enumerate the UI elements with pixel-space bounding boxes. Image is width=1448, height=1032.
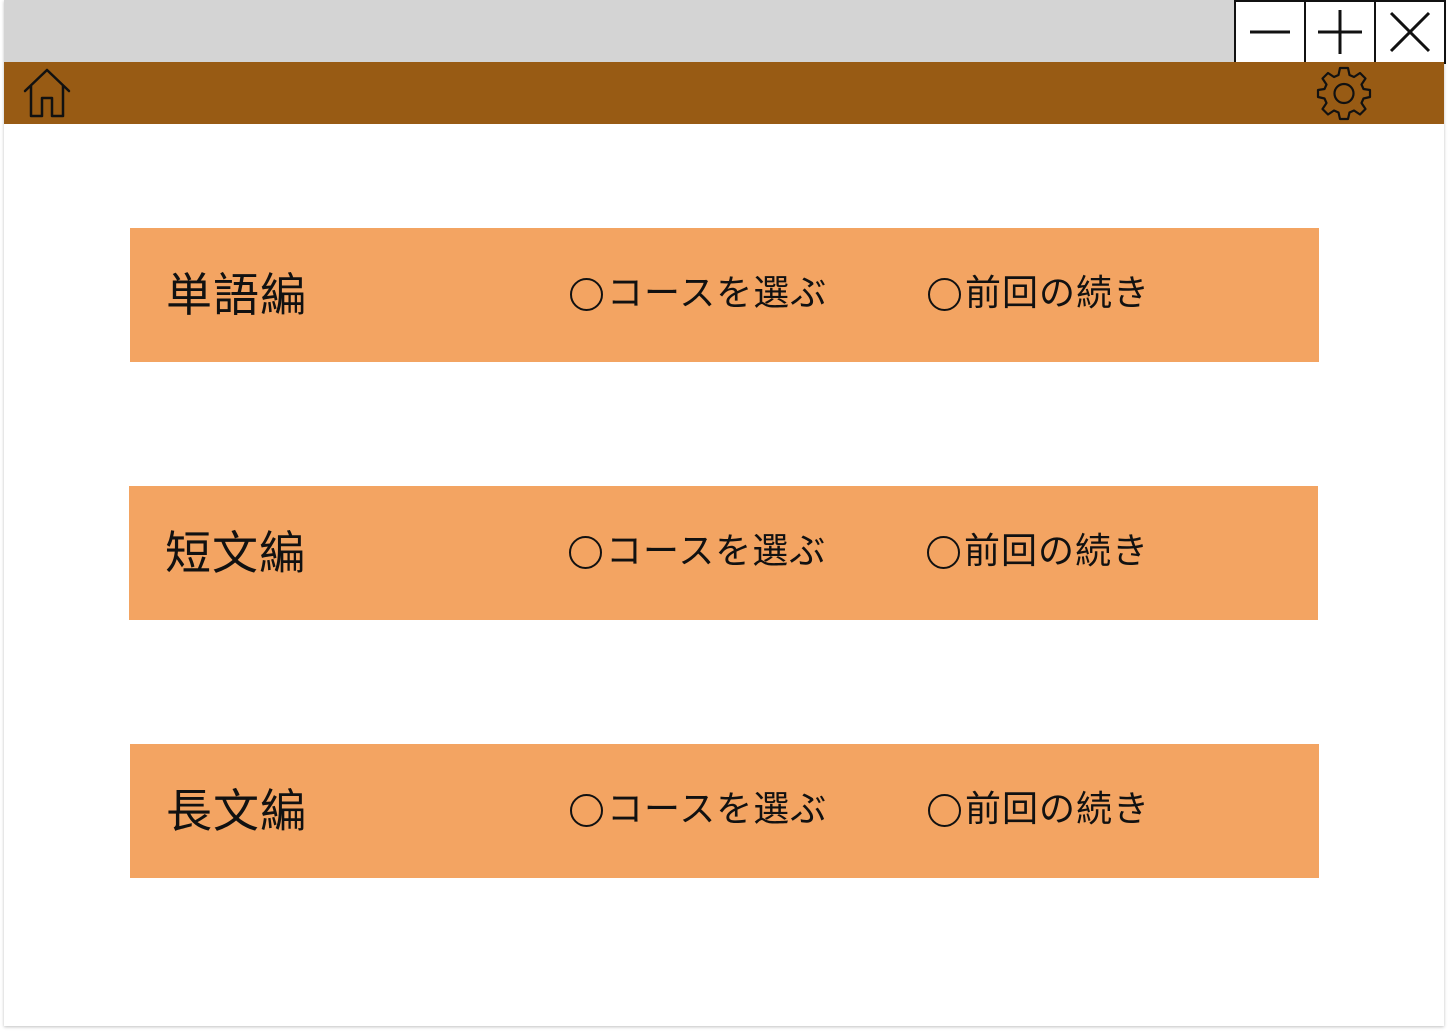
minimize-button[interactable] — [1234, 0, 1306, 64]
home-icon — [23, 68, 71, 118]
course-title: 単語編 — [166, 268, 307, 322]
maximize-button[interactable] — [1304, 0, 1376, 64]
settings-button[interactable] — [1316, 65, 1372, 121]
close-icon — [1389, 11, 1431, 53]
course-title: 短文編 — [165, 526, 306, 580]
course-row-short-sentence: 短文編 コースを選ぶ 前回の続き — [129, 486, 1318, 620]
resume-previous-label: 前回の続き — [965, 789, 1151, 830]
radio-circle-icon[interactable] — [569, 535, 602, 569]
gear-icon — [1316, 66, 1372, 121]
select-course-label: コースを選ぶ — [607, 273, 828, 314]
plus-icon — [1318, 10, 1362, 54]
app-window: 単語編 コースを選ぶ 前回の続き 短文編 コースを選ぶ 前回の続き 長文編 コー… — [4, 0, 1446, 1026]
title-bar — [4, 0, 1446, 64]
home-button[interactable] — [22, 66, 72, 118]
radio-circle-icon[interactable] — [928, 277, 961, 311]
resume-previous-radio[interactable]: 前回の続き — [927, 530, 1149, 574]
resume-previous-radio[interactable]: 前回の続き — [928, 272, 1150, 316]
select-course-radio[interactable]: コースを選ぶ — [569, 530, 826, 574]
course-title: 長文編 — [166, 784, 307, 838]
radio-circle-icon[interactable] — [570, 277, 603, 311]
minus-icon — [1250, 30, 1290, 34]
resume-previous-label: 前回の続き — [964, 531, 1150, 572]
radio-circle-icon[interactable] — [570, 793, 603, 827]
close-button[interactable] — [1374, 0, 1446, 64]
window-controls — [1234, 0, 1446, 64]
select-course-radio[interactable]: コースを選ぶ — [570, 788, 827, 832]
radio-circle-icon[interactable] — [928, 793, 961, 827]
resume-previous-label: 前回の続き — [965, 273, 1151, 314]
radio-circle-icon[interactable] — [927, 535, 960, 569]
course-row-long-passage: 長文編 コースを選ぶ 前回の続き — [130, 744, 1319, 878]
select-course-radio[interactable]: コースを選ぶ — [570, 272, 827, 316]
resume-previous-radio[interactable]: 前回の続き — [928, 788, 1150, 832]
main-toolbar — [4, 62, 1444, 124]
select-course-label: コースを選ぶ — [606, 531, 827, 572]
course-row-vocabulary: 単語編 コースを選ぶ 前回の続き — [130, 228, 1319, 362]
select-course-label: コースを選ぶ — [607, 789, 828, 830]
